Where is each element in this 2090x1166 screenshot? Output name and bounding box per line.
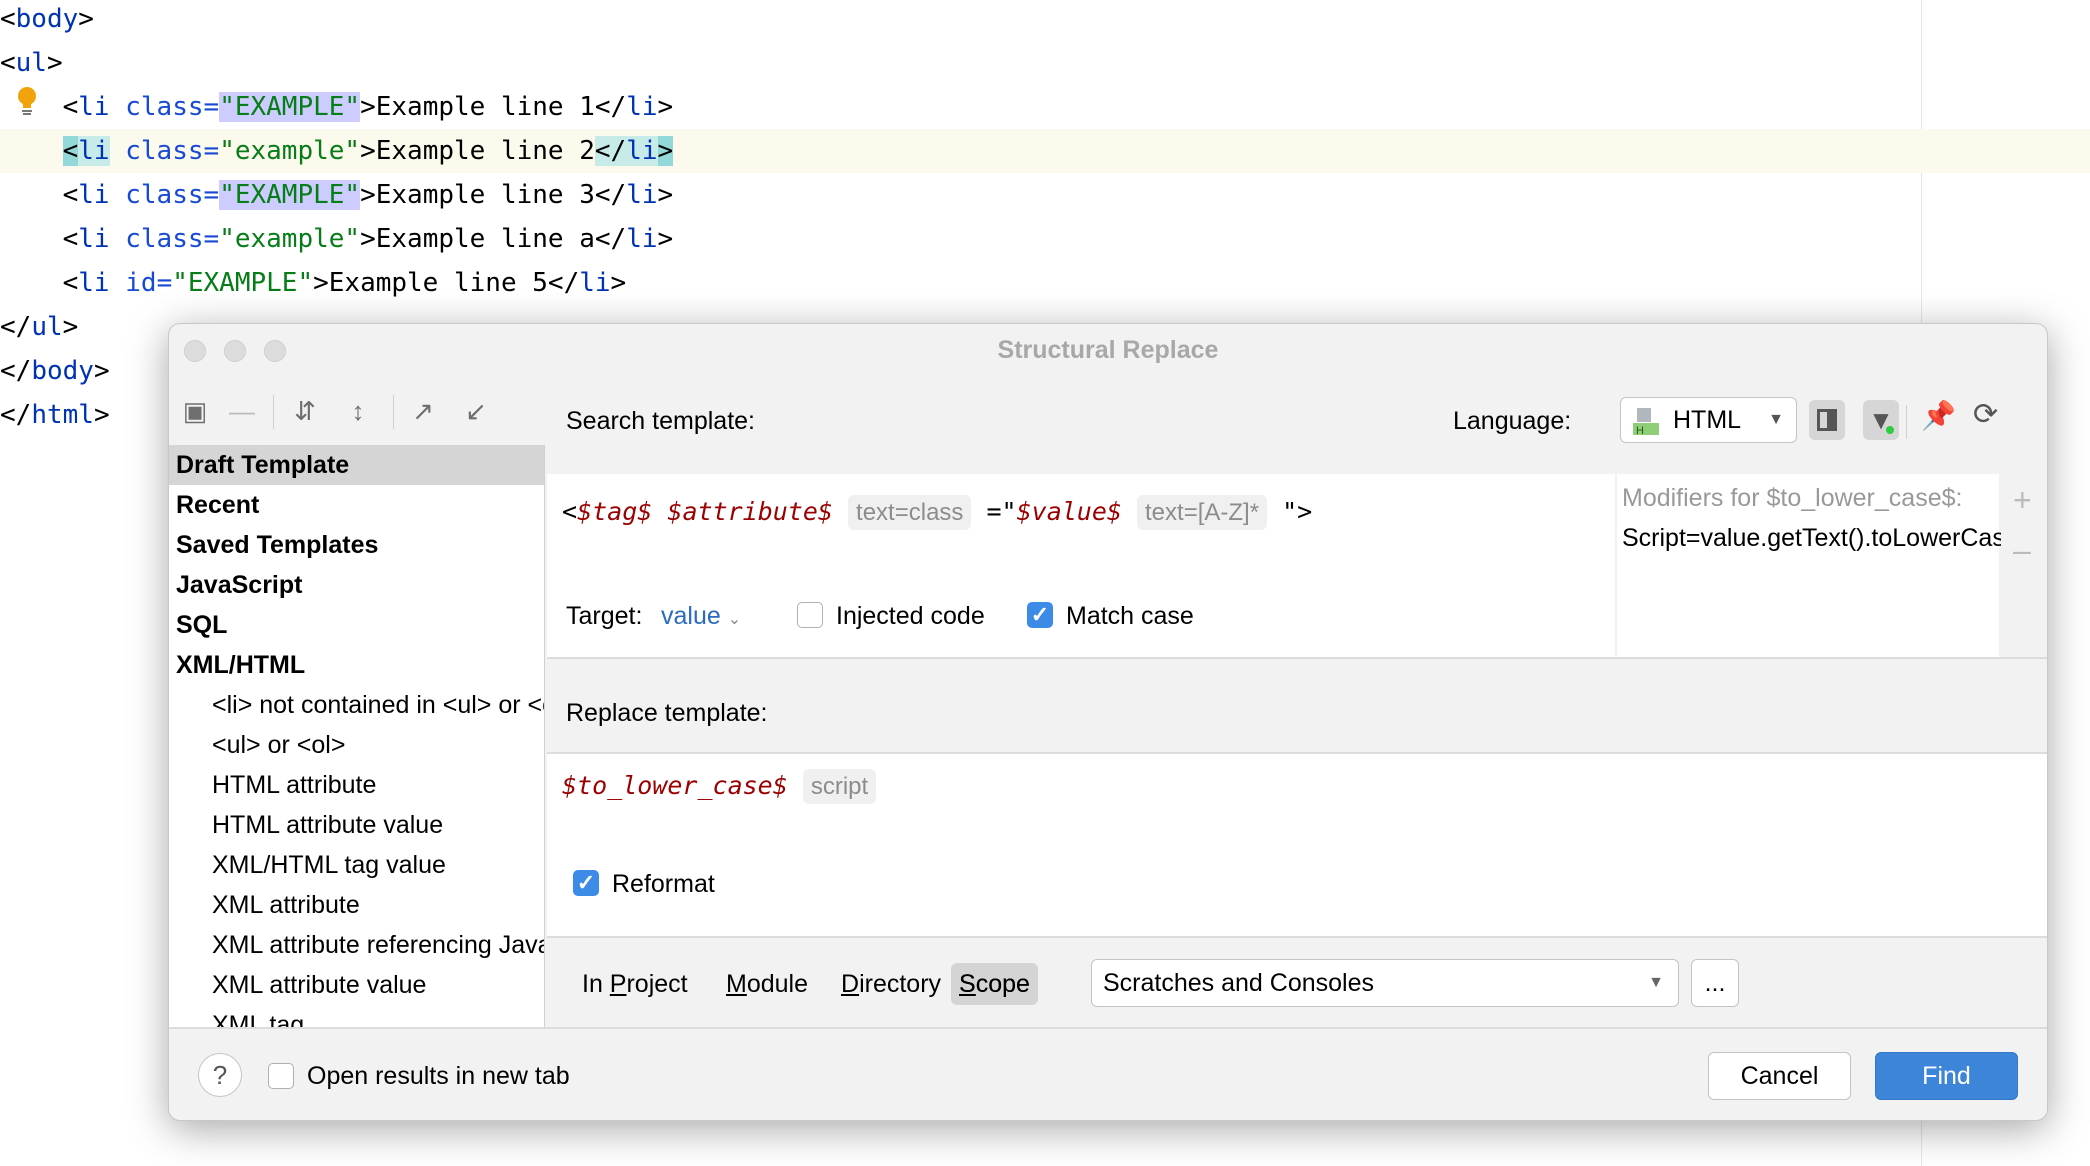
language-dropdown[interactable]: H HTML ▼ — [1620, 397, 1797, 443]
import-template-icon[interactable]: ↙ — [458, 393, 494, 429]
template-list-item[interactable]: XML tag — [169, 1005, 544, 1029]
modifier-script: Script=value.getText().toLowerCase() — [1622, 524, 2036, 552]
template-list-item[interactable]: XML/HTML tag value — [169, 845, 544, 885]
template-list-item[interactable]: JavaScript — [169, 565, 544, 605]
filter-badge: text=class — [848, 495, 972, 530]
filter-icon[interactable]: ▼ — [1863, 400, 1899, 440]
structural-replace-dialog: Structural Replace ▣ — ⇵ ↕ ↗ ↙ Draft Tem… — [168, 323, 2048, 1121]
language-label: Language: — [1453, 407, 1572, 435]
scope-selected-label: Scope — [959, 970, 1030, 998]
dialog-footer: ? Open results in new tab Cancel Find — [169, 1029, 2047, 1120]
divider — [547, 657, 2047, 659]
language-value: HTML — [1673, 406, 1742, 434]
search-template-editor[interactable]: <$tag$ $attribute$ text=class ="$value$ … — [547, 474, 1615, 657]
template-list-item[interactable]: Recent — [169, 485, 544, 525]
pin-icon[interactable]: 📌 — [1921, 399, 1956, 432]
modifiers-title: Modifiers for $to_lower_case$: — [1622, 484, 1963, 512]
toggle-preview-icon[interactable] — [1809, 400, 1845, 440]
filter-badge: text=[A-Z]* — [1137, 495, 1268, 530]
scope-bar: In Project Module Directory Scope Scope … — [547, 937, 2047, 1029]
search-template-label: Search template: — [566, 407, 755, 435]
scope-dropdown[interactable]: Scratches and Consoles ▼ — [1091, 959, 1679, 1007]
refresh-icon[interactable]: ⟳ — [1973, 397, 1998, 432]
template-list-item[interactable]: XML attribute referencing Java — [169, 925, 544, 965]
chevron-down-icon: ▼ — [1648, 974, 1664, 991]
export-template-icon[interactable]: ↗ — [405, 393, 441, 429]
filter-badge: script — [802, 769, 877, 804]
code-line-current: <li class="example">Example line 2</li> — [0, 129, 2090, 173]
minimize-window-button[interactable] — [224, 340, 246, 362]
code-line: <li id="EXAMPLE">Example line 5</li> — [0, 268, 627, 298]
chevron-down-icon: ▼ — [1768, 411, 1784, 428]
remove-modifier-icon[interactable]: – — [2013, 532, 2031, 569]
reformat-checkbox[interactable]: ✓ — [573, 870, 599, 896]
svg-text:H: H — [1636, 425, 1644, 435]
help-button[interactable]: ? — [198, 1053, 242, 1097]
template-sidebar: ▣ — ⇵ ↕ ↗ ↙ Draft Template Recent Saved Te… — [169, 377, 545, 1029]
replace-template-editor[interactable]: $to_lower_case$ script ✓ Reformat — [547, 752, 2047, 936]
template-list-item[interactable]: HTML attribute value — [169, 805, 544, 845]
zoom-window-button[interactable] — [264, 340, 286, 362]
scope-more-button[interactable]: ... — [1691, 959, 1739, 1007]
toolbar-separator — [393, 395, 394, 429]
toolbar-separator — [1906, 405, 1907, 439]
collapse-all-icon[interactable]: ↕ — [340, 393, 376, 429]
template-list-item[interactable]: XML attribute value — [169, 965, 544, 1005]
template-list-item[interactable]: <li> not contained in <ul> or <ol> — [169, 685, 544, 725]
html-file-icon: H — [1633, 408, 1659, 435]
modifiers-panel[interactable]: Modifiers for $to_lower_case$: Script=va… — [1617, 474, 2035, 657]
replace-template-label: Replace template: — [566, 699, 768, 727]
template-list-item[interactable]: <ul> or <ol> — [169, 725, 544, 765]
template-list-item[interactable]: SQL — [169, 605, 544, 645]
target-label: Target: — [566, 602, 643, 630]
open-new-tab-checkbox[interactable] — [268, 1063, 294, 1089]
match-case-checkbox[interactable]: ✓ — [1027, 602, 1053, 628]
code-line: <li class="example">Example line a</li> — [0, 224, 674, 254]
scope-in-project[interactable]: In Project — [574, 963, 696, 1005]
close-window-button[interactable] — [184, 340, 206, 362]
scope-directory[interactable]: Directory — [833, 963, 949, 1005]
save-template-icon[interactable]: ▣ — [177, 393, 213, 429]
cancel-button[interactable]: Cancel — [1708, 1052, 1851, 1100]
template-list-item[interactable]: Saved Templates — [169, 525, 544, 565]
template-list-item[interactable]: XML/HTML — [169, 645, 544, 685]
sidebar-toolbar: ▣ — ⇵ ↕ ↗ ↙ — [169, 377, 545, 445]
find-button[interactable]: Find — [1875, 1052, 2018, 1100]
expand-all-icon[interactable]: ⇵ — [287, 393, 323, 429]
remove-template-icon[interactable]: — — [224, 393, 260, 429]
scope-module[interactable]: Module — [718, 963, 816, 1005]
injected-code-label: Injected code — [836, 602, 985, 630]
code-line: <ul> — [0, 48, 63, 78]
template-list-item[interactable]: XML attribute — [169, 885, 544, 925]
code-line: <body> — [0, 4, 94, 34]
injected-code-checkbox[interactable] — [797, 602, 823, 628]
toolbar-separator — [273, 395, 274, 429]
scope-option-scope[interactable]: Scope Scope — [951, 963, 1038, 1005]
dialog-title: Structural Replace — [997, 336, 1219, 364]
code-line: <li class="EXAMPLE">Example line 3</li> — [0, 180, 674, 210]
code-line: <li class="EXAMPLE">Example line 1</li> — [0, 92, 674, 122]
reformat-label: Reformat — [612, 870, 715, 898]
template-list[interactable]: Draft Template Recent Saved Templates JavaS… — [169, 445, 545, 1029]
template-list-item[interactable]: Draft Template — [169, 445, 544, 485]
template-list-item[interactable]: HTML attribute — [169, 765, 544, 805]
add-modifier-icon[interactable]: + — [2013, 482, 2032, 519]
open-new-tab-label: Open results in new tab — [307, 1062, 570, 1090]
match-case-label: Match case — [1066, 602, 1194, 630]
target-dropdown[interactable]: value ⌄ — [661, 602, 741, 631]
